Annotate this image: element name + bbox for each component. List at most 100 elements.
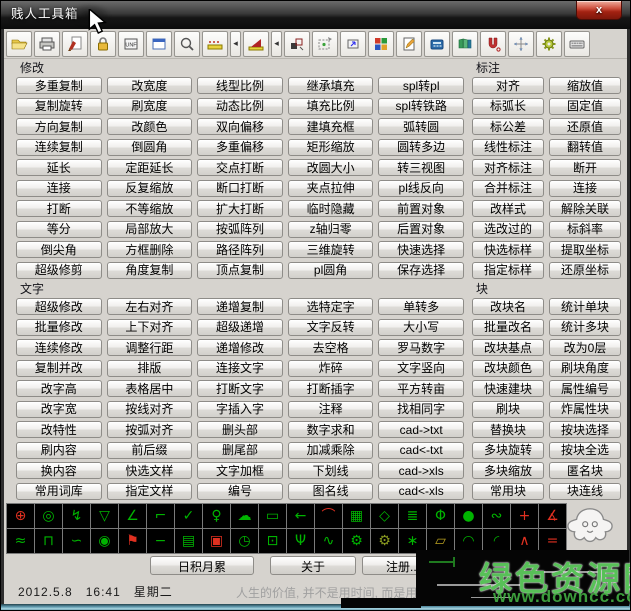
tool-button[interactable]: cad<-txt [378,442,464,459]
tool-button[interactable]: 建填充框 [288,118,374,135]
point-draw-button[interactable] [508,31,534,57]
palette-icon[interactable]: ≣ [399,504,426,528]
tool-button[interactable]: 罗马数字 [378,339,464,356]
tool-button[interactable]: 批量改名 [472,319,544,336]
tool-button[interactable]: 编号 [197,483,283,500]
tool-button[interactable]: 连接 [16,180,102,197]
tool-button[interactable]: cad->txt [378,421,464,438]
tool-button[interactable]: 单转多 [378,298,464,315]
tool-button[interactable]: 递增修改 [197,339,283,356]
palette-icon[interactable]: − [147,529,174,553]
tool-button[interactable]: 选改过的 [472,221,544,238]
tool-button[interactable]: 延长 [16,159,102,176]
tool-button[interactable]: 去空格 [288,339,374,356]
tool-button[interactable]: 标弧长 [472,98,544,115]
palette-icon[interactable]: ↯ [63,504,90,528]
tool-button[interactable]: 图名线 [288,483,374,500]
tool-button[interactable]: 超级递增 [197,319,283,336]
tool-button[interactable]: 固定值 [549,98,621,115]
tool-button[interactable]: 夹点拉伸 [288,180,374,197]
tool-button[interactable]: 角度复制 [107,262,193,279]
tool-button[interactable]: 快速建块 [472,380,544,397]
tool-button[interactable]: 大小写 [378,319,464,336]
tool-button[interactable]: z轴归零 [288,221,374,238]
tool-button[interactable]: 改圆大小 [288,159,374,176]
palette-icon[interactable]: ⊓ [35,529,62,553]
tool-button[interactable]: 前后缀 [107,442,193,459]
palette-icon[interactable]: ⊡ [259,529,286,553]
palette-icon[interactable]: ▦ [343,504,370,528]
tool-button[interactable]: pl线反向 [378,180,464,197]
palette-icon[interactable]: ▤ [175,529,202,553]
about-button[interactable]: 关于 [270,556,356,575]
tool-button[interactable]: 连续修改 [16,339,102,356]
tool-button[interactable]: 改字宽 [16,401,102,418]
print-button[interactable] [34,31,60,57]
tool-button[interactable]: 选特定字 [288,298,374,315]
tool-button[interactable]: 块连线 [549,483,621,500]
tool-button[interactable]: 炸碎 [288,360,374,377]
palette-icon[interactable]: ▭ [259,504,286,528]
tool-button[interactable]: 常用块 [472,483,544,500]
tool-button[interactable]: 断口打断 [197,180,283,197]
tool-button[interactable]: 线性标注 [472,139,544,156]
palette-icon[interactable]: ⚙ [371,529,398,553]
tool-button[interactable]: 翻转值 [549,139,621,156]
block-library-button[interactable] [452,31,478,57]
palette-icon[interactable]: ∿ [315,529,342,553]
zoom-button[interactable] [174,31,200,57]
tool-button[interactable]: 改为0层 [549,339,621,356]
tool-button[interactable]: 局部放大 [107,221,193,238]
daily-tips-button[interactable]: 日积月累 [150,556,254,575]
tool-button[interactable]: 双向偏移 [197,118,283,135]
tool-button[interactable]: 改字高 [16,380,102,397]
tool-button[interactable]: 改颜色 [107,118,193,135]
tool-button[interactable]: 表格居中 [107,380,193,397]
tool-button[interactable]: 刷块 [472,401,544,418]
tool-button[interactable]: 扩大打断 [197,200,283,217]
tool-button[interactable]: 左右对齐 [107,298,193,315]
tool-button[interactable]: 常用词库 [16,483,102,500]
tool-button[interactable]: 数字求和 [288,421,374,438]
palette-icon[interactable]: ▣ [203,529,230,553]
tool-button[interactable]: 统计多块 [549,319,621,336]
tool-button[interactable]: 填充比例 [288,98,374,115]
tool-button[interactable]: 倒圆角 [107,139,193,156]
tool-button[interactable]: 炸属性块 [549,401,621,418]
tool-button[interactable]: 解除关联 [549,200,621,217]
tool-button[interactable]: 属性编号 [549,380,621,397]
tool-button[interactable]: 快选标样 [472,241,544,258]
tool-button[interactable]: 连接文字 [197,360,283,377]
tool-button[interactable]: 下划线 [288,462,374,479]
tool-button[interactable]: spl转铁路 [378,98,464,115]
tool-button[interactable]: 保存选择 [378,262,464,279]
palette-icon[interactable]: + [511,504,538,528]
tool-button[interactable]: 改宽度 [107,77,193,94]
tool-button[interactable]: 方向复制 [16,118,102,135]
tool-button[interactable]: 递增复制 [197,298,283,315]
palette-icon[interactable]: ⊕ [7,504,34,528]
ruler-measure-button[interactable] [202,31,228,57]
palette-icon[interactable]: ⚙ [343,529,370,553]
palette-icon[interactable]: ∽ [63,529,90,553]
tool-button[interactable]: 弧转圆 [378,118,464,135]
quick-select-button[interactable] [312,31,338,57]
palette-icon[interactable]: ▽ [91,504,118,528]
palette-icon[interactable]: Φ [427,504,454,528]
palette-icon[interactable]: ⌐ [147,504,174,528]
tool-button[interactable]: 不等缩放 [107,200,193,217]
tool-button[interactable]: 转三视图 [378,159,464,176]
tool-button[interactable]: 文字反转 [288,319,374,336]
tool-button[interactable]: 找相同字 [378,401,464,418]
tool-button[interactable]: 调整行距 [107,339,193,356]
tool-button[interactable]: 断开 [549,159,621,176]
tool-button[interactable]: 指定文样 [107,483,193,500]
tool-button[interactable]: 平方转亩 [378,380,464,397]
palette-icon[interactable]: ◉ [91,529,118,553]
tool-button[interactable]: 复制旋转 [16,98,102,115]
palette-icon[interactable]: ✓ [175,504,202,528]
tool-button[interactable]: 方框删除 [107,241,193,258]
tool-button[interactable]: 继承填充 [288,77,374,94]
tool-button[interactable]: 标公差 [472,118,544,135]
palette-icon[interactable]: ☁ [231,504,258,528]
